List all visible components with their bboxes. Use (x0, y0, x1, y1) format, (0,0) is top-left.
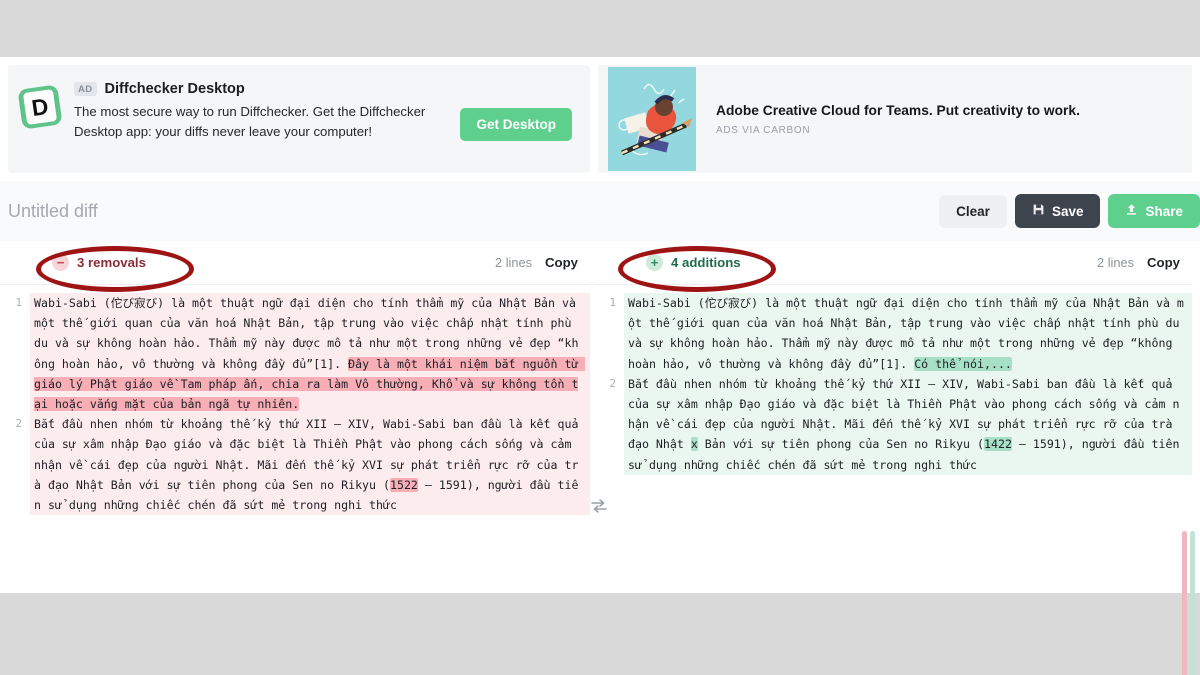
clear-button[interactable]: Clear (939, 194, 1007, 228)
diffchecker-logo-letter: D (22, 89, 58, 125)
removals-count-label: 3 removals (77, 255, 146, 270)
diff-right-code[interactable]: 1 Wabi-Sabi (佗び寂び) là một thuật ngữ đại d… (594, 285, 1192, 483)
diff-row: 1 Wabi-Sabi (佗び寂び) là một thuật ngữ đại d… (0, 293, 590, 415)
toolbar: Untitled diff Clear Save Share (0, 181, 1200, 241)
carbon-ad-title: Adobe Creative Cloud for Teams. Put crea… (716, 102, 1080, 118)
copy-left-button[interactable]: Copy (545, 255, 578, 270)
diff-plain: Wabi-Sabi (佗び寂び) là một thuật ngữ đại di… (628, 296, 1187, 371)
removals-summary: − 3 removals (6, 254, 146, 271)
ad-strip: D AD Diffchecker Desktop The most secure… (0, 57, 1200, 181)
diff-title[interactable]: Untitled diff (8, 201, 98, 222)
minus-icon: − (52, 254, 69, 271)
diff-pane-left: − 3 removals 2 lines Copy 1 Wabi-Sabi (佗び… (0, 241, 590, 593)
diff-pane-right: + 4 additions 2 lines Copy 1 Wabi-Sabi (佗… (594, 241, 1192, 593)
carbon-ad-image[interactable] (608, 67, 696, 171)
diff-line-text[interactable]: Wabi-Sabi (佗び寂び) là một thuật ngữ đại di… (624, 293, 1192, 374)
diff-pane-right-header-right: 2 lines Copy (1097, 255, 1180, 270)
floppy-disk-icon (1032, 203, 1045, 219)
diff-line-text[interactable]: Wabi-Sabi (佗び寂び) là một thuật ngữ đại di… (30, 293, 590, 415)
left-lines-count: 2 lines (495, 255, 533, 270)
ad-badge: AD (74, 82, 97, 96)
save-button-label: Save (1051, 203, 1084, 219)
line-number: 1 (609, 296, 616, 309)
diff-pane-left-header: − 3 removals 2 lines Copy (0, 241, 590, 285)
diff-pane-left-header-right: 2 lines Copy (495, 255, 578, 270)
carbon-illustration-icon (608, 67, 696, 171)
diff-highlight: x (690, 437, 698, 452)
carbon-ad[interactable]: Adobe Creative Cloud for Teams. Put crea… (598, 65, 1192, 173)
copy-right-button[interactable]: Copy (1147, 255, 1180, 270)
carbon-ad-body: Adobe Creative Cloud for Teams. Put crea… (716, 103, 1080, 136)
diffchecker-logo-icon: D (17, 84, 63, 130)
share-button[interactable]: Share (1108, 194, 1200, 228)
diff-plain: Bản với sự tiên phong của Sen no Rikyu ( (697, 437, 984, 452)
diff-pane-right-header: + 4 additions 2 lines Copy (594, 241, 1192, 285)
get-desktop-button[interactable]: Get Desktop (460, 108, 572, 141)
right-lines-count: 2 lines (1097, 255, 1135, 270)
additions-count-label: 4 additions (671, 255, 741, 270)
ad-title-row: AD Diffchecker Desktop (74, 81, 578, 97)
toolbar-actions: Clear Save Share (939, 194, 1200, 228)
diffchecker-page: D AD Diffchecker Desktop The most secure… (0, 0, 1200, 675)
swap-sides-icon[interactable] (590, 497, 608, 515)
diff-highlight: 1522 (389, 477, 418, 492)
diff-highlight: 1422 (984, 437, 1012, 452)
share-button-label: Share (1145, 203, 1183, 219)
diffchecker-desktop-ad[interactable]: D AD Diffchecker Desktop The most secure… (8, 65, 590, 173)
ad-title: Diffchecker Desktop (104, 81, 245, 97)
minimap-additions-scrollbar[interactable] (1190, 531, 1195, 675)
app-sheet: D AD Diffchecker Desktop The most secure… (0, 57, 1200, 675)
line-number: 2 (609, 376, 616, 390)
diff-area: − 3 removals 2 lines Copy 1 Wabi-Sabi (佗び… (0, 241, 1200, 675)
carbon-ad-attribution: ADS VIA CARBON (716, 124, 811, 136)
diff-row: 1 Wabi-Sabi (佗び寂び) là một thuật ngữ đại d… (594, 293, 1192, 374)
plus-icon: + (646, 254, 663, 271)
diff-row: 2 Bắt đầu nhen nhóm từ khoảng thế kỷ thứ … (594, 373, 1192, 475)
line-number: 1 (15, 296, 22, 309)
line-number: 2 (15, 417, 22, 431)
clear-button-label: Clear (956, 203, 990, 219)
share-arrow-icon (1125, 203, 1138, 219)
additions-summary: + 4 additions (600, 254, 741, 271)
diff-line-text[interactable]: Bắt đầu nhen nhóm từ khoảng thế kỷ thứ X… (624, 373, 1192, 475)
save-button[interactable]: Save (1014, 194, 1101, 228)
diff-highlight: Có thể nói,... (914, 356, 1012, 371)
diff-row: 2 Bắt đầu nhen nhóm từ khoảng thế kỷ thứ … (0, 414, 590, 516)
minimap-removals-scrollbar[interactable] (1182, 531, 1187, 675)
ad-description: The most secure way to run Diffchecker. … (74, 104, 426, 140)
diff-left-code[interactable]: 1 Wabi-Sabi (佗び寂び) là một thuật ngữ đại d… (0, 285, 590, 523)
diff-line-text[interactable]: Bắt đầu nhen nhóm từ khoảng thế kỷ thứ X… (30, 414, 590, 516)
